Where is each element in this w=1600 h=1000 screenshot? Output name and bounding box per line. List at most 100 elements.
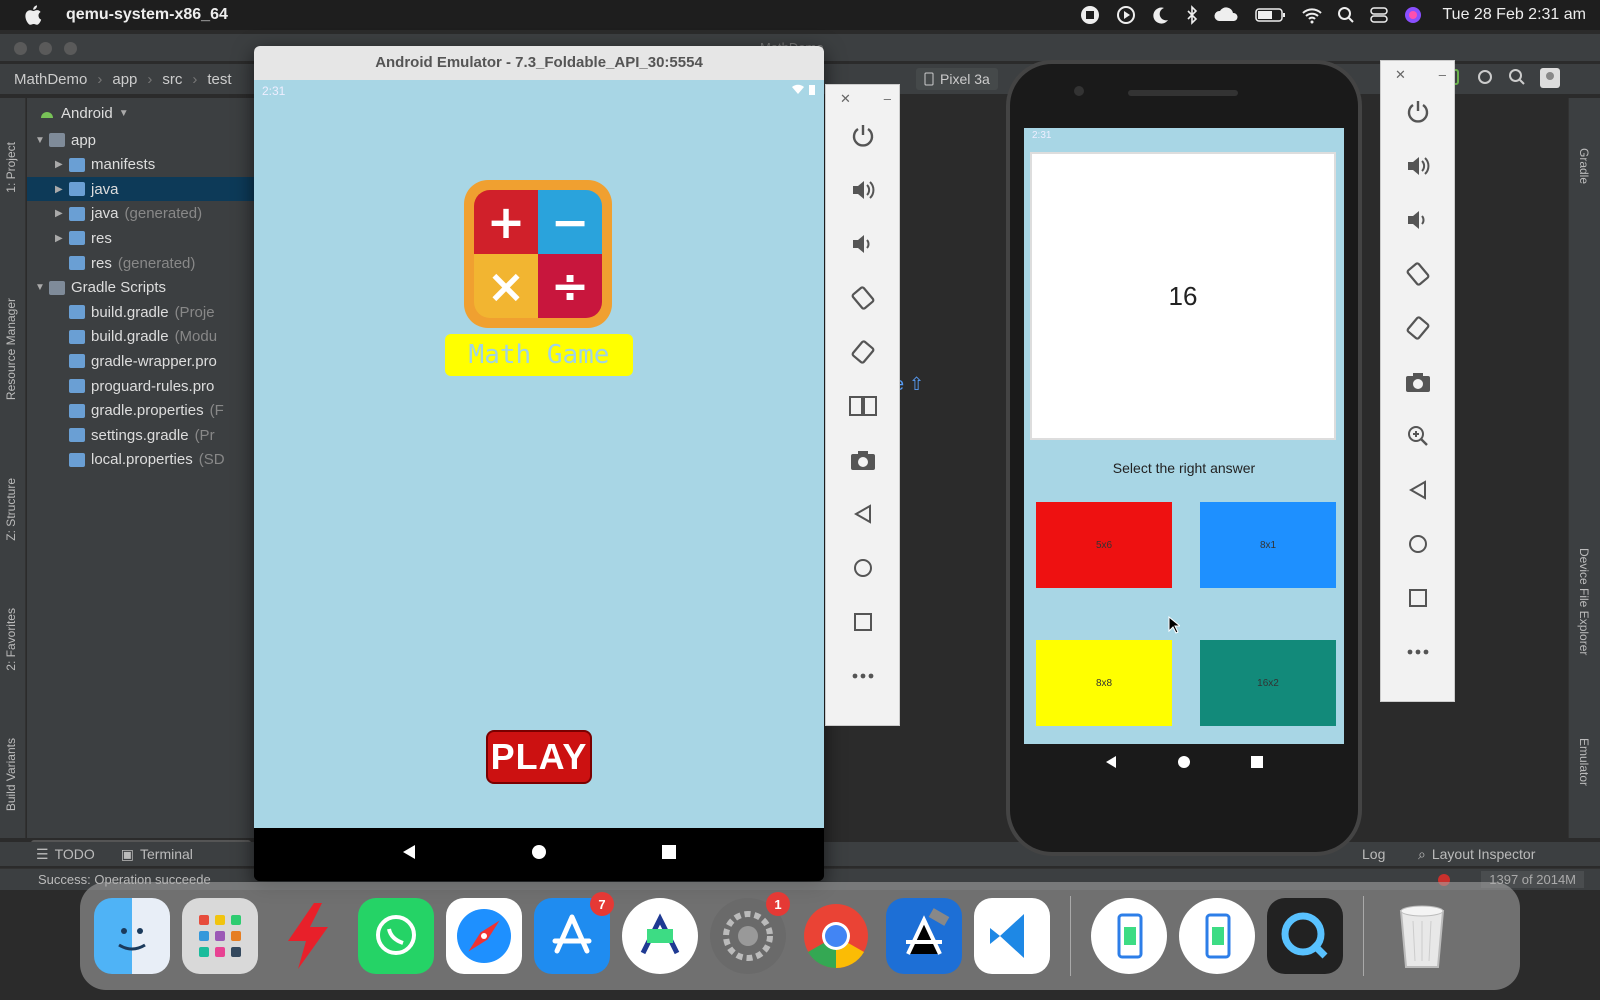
project-tree-item[interactable]: gradle-wrapper.pro [27,349,255,373]
tab-todo[interactable]: ☰ TODO [36,846,95,863]
close-button[interactable] [14,42,27,55]
project-tree-item[interactable]: ▼ Gradle Scripts [27,276,255,300]
project-tree-item[interactable]: ▶ java (generated) [27,202,255,226]
device-selector[interactable]: Pixel 3a [916,68,998,90]
zoom-button[interactable] [64,42,77,55]
minimize-icon[interactable]: – [1439,67,1446,83]
project-tree-item[interactable]: proguard-rules.pro [27,374,255,398]
answer-button[interactable]: 8x8 [1036,640,1172,726]
camera-icon[interactable] [845,442,881,478]
project-tree-item[interactable]: build.gradle (Proje [27,300,255,324]
volume-up-icon[interactable] [845,172,881,208]
chevron-right-icon[interactable]: ▶ [55,208,69,219]
project-tree-item[interactable]: ▶ res [27,226,255,250]
bluetooth-icon[interactable] [1185,5,1199,25]
power-icon[interactable] [845,118,881,154]
dock-app-system-preferences[interactable]: 1 [710,892,790,974]
play-circle-icon[interactable] [1115,4,1137,26]
emulator-screen[interactable]: 2:31 + − × ÷ Math Game PLAY [254,80,824,828]
home-icon[interactable] [531,844,547,865]
answer-button[interactable]: 5x6 [1036,502,1172,588]
dock-app-finder[interactable] [94,898,170,974]
cloud-icon[interactable] [1213,6,1241,24]
close-icon[interactable]: ✕ [1395,67,1406,83]
project-view-selector[interactable]: Android ▼ [27,98,255,128]
dock-app-vscode[interactable] [974,898,1050,974]
rotate-left-icon[interactable] [845,280,881,316]
dock-app-chrome[interactable] [798,898,874,974]
search-everywhere-icon[interactable] [1508,68,1526,93]
control-center-icon[interactable] [1369,6,1389,24]
tool-emulator[interactable]: Emulator [1577,738,1591,786]
zoom-icon[interactable] [1400,418,1436,454]
minimize-button[interactable] [39,42,52,55]
camera-icon[interactable] [1400,364,1436,400]
tool-device-file-explorer[interactable]: Device File Explorer [1577,548,1591,655]
overview-icon[interactable] [1400,580,1436,616]
chevron-right-icon[interactable]: ▶ [55,233,69,244]
home-icon[interactable] [845,550,881,586]
avatar[interactable] [1540,68,1560,93]
moon-icon[interactable] [1151,5,1171,25]
chevron-down-icon[interactable]: ▼ [35,282,49,293]
power-icon[interactable] [1400,94,1436,130]
dock-app-launchpad[interactable] [182,898,258,974]
breadcrumb-item[interactable]: src [162,71,182,88]
clock[interactable]: Tue 28 Feb 2:31 am [1443,6,1587,24]
tab-log[interactable]: Log [1362,846,1385,862]
project-tree-item[interactable]: build.gradle (Modu [27,325,255,349]
siri-icon[interactable] [1403,5,1423,25]
dock-app-quicktime[interactable] [1267,898,1343,974]
volume-up-icon[interactable] [1400,148,1436,184]
back-icon[interactable] [401,844,417,865]
app-name[interactable]: qemu-system-x86_64 [66,6,228,24]
close-icon[interactable]: ✕ [840,91,851,107]
home-icon[interactable] [1400,526,1436,562]
back-icon[interactable] [845,496,881,532]
project-tree-item[interactable]: local.properties (SD [27,448,255,472]
chevron-right-icon[interactable]: ▶ [55,159,69,170]
project-tree-item[interactable]: ▼ app [27,128,255,152]
tool-structure[interactable]: Z: Structure [4,478,18,541]
recents-icon[interactable] [661,844,677,865]
answer-button[interactable]: 16x2 [1200,640,1336,726]
dock-app-whatsapp[interactable] [358,898,434,974]
tool-gradle[interactable]: Gradle [1577,148,1591,184]
dock-app-app-store[interactable]: 7 [534,892,614,974]
rotate-right-icon[interactable] [845,334,881,370]
recents-icon[interactable] [1250,755,1264,774]
tool-favorites[interactable]: 2: Favorites [4,608,18,671]
minimize-icon[interactable]: – [884,91,891,107]
search-icon[interactable] [1337,6,1355,24]
more-icon[interactable] [1400,634,1436,670]
record-icon[interactable] [1079,4,1101,26]
rotate-left-icon[interactable] [1400,256,1436,292]
answer-button[interactable]: 8x1 [1200,502,1336,588]
breadcrumb-item[interactable]: app [112,71,137,88]
volume-down-icon[interactable] [845,226,881,262]
play-button[interactable]: PLAY [486,730,592,784]
dock-app-emulator-2[interactable] [1179,898,1255,974]
dock-app-safari[interactable] [446,898,522,974]
more-icon[interactable] [845,658,881,694]
dock-app-flash[interactable] [270,898,346,974]
dock-app-android-studio[interactable] [622,898,698,974]
project-tree-item[interactable]: ▶ java [27,177,255,202]
project-tree-item[interactable]: settings.gradle (Pr [27,423,255,447]
project-tree-item[interactable]: gradle.properties (F [27,399,255,423]
chevron-right-icon[interactable]: ▶ [55,184,69,195]
tab-layout-inspector[interactable]: ⌕ Layout Inspector [1418,846,1535,863]
back-icon[interactable] [1104,755,1118,774]
tool-resource-manager[interactable]: Resource Manager [4,298,18,400]
volume-down-icon[interactable] [1400,202,1436,238]
apple-icon[interactable] [24,5,46,25]
phone-screen[interactable]: 2:31 16 Select the right answer 5x6 8x1 … [1024,128,1344,744]
home-icon[interactable] [1177,755,1191,774]
sdk-manager-icon[interactable] [1476,68,1494,93]
tab-terminal[interactable]: ▣ Terminal [121,846,193,863]
dock-app-emulator-1[interactable] [1091,898,1167,974]
tool-project[interactable]: 1: Project [4,142,18,193]
tool-build-variants[interactable]: Build Variants [4,738,18,811]
dock-app-xcode[interactable] [886,898,962,974]
dock-app-trash[interactable] [1384,898,1460,974]
